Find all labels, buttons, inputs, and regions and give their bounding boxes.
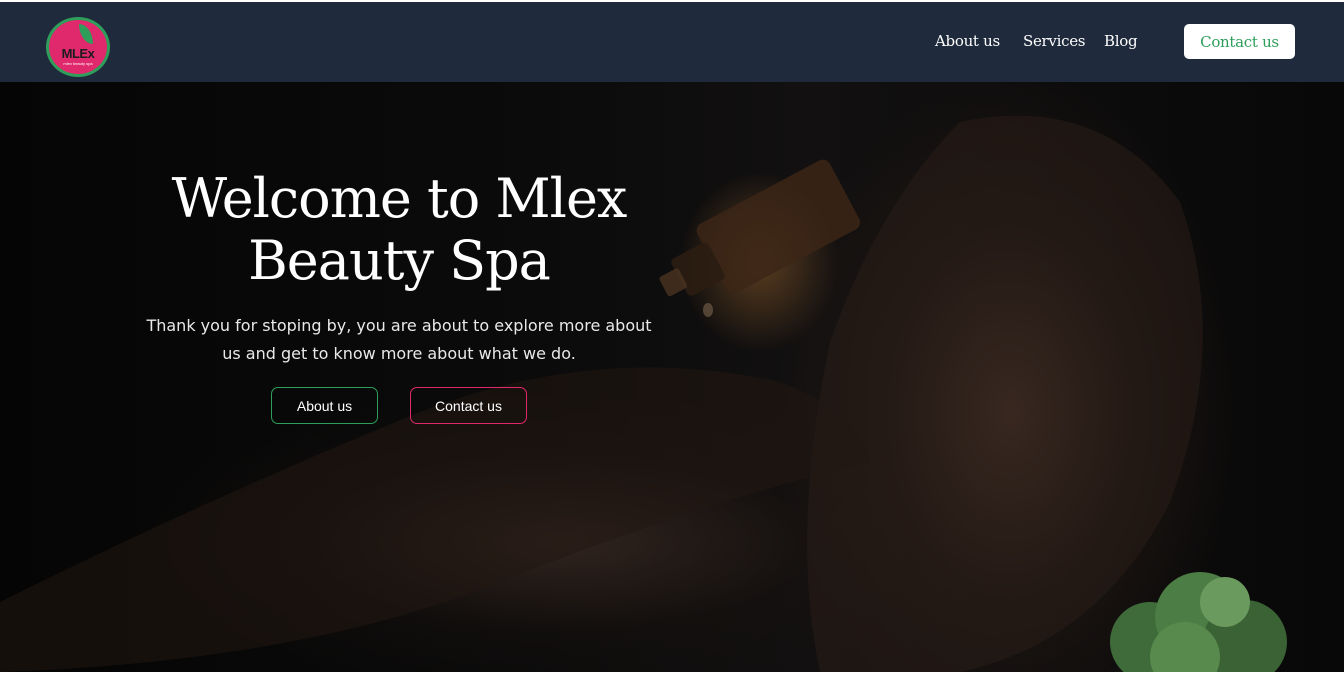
- hero-subtitle: Thank you for stoping by, you are about …: [146, 316, 652, 363]
- nav-link-about[interactable]: About us: [935, 32, 1000, 50]
- nav-link-blog[interactable]: Blog: [1104, 32, 1138, 50]
- hero-title-line-1: Welcome to Mlex: [171, 167, 628, 230]
- oil-drop-shape: [703, 303, 713, 317]
- about-us-button[interactable]: About us: [271, 387, 378, 424]
- nav-link-services[interactable]: Services: [1023, 32, 1085, 50]
- plant-decoration: [1110, 572, 1287, 672]
- hero-section: Welcome to Mlex Beauty Spa Thank you for…: [0, 82, 1344, 672]
- leaf-icon: [79, 24, 93, 44]
- logo-subtext: mlex beauty spa: [63, 61, 93, 66]
- hand-shape: [807, 115, 1203, 672]
- hero-title: Welcome to Mlex Beauty Spa: [120, 168, 678, 292]
- hero-title-line-2: Beauty Spa: [248, 229, 551, 292]
- brand-logo[interactable]: MLEx mlex beauty spa: [46, 17, 110, 77]
- contact-us-button[interactable]: Contact us: [410, 387, 527, 424]
- contact-us-nav-button[interactable]: Contact us: [1184, 24, 1295, 59]
- logo-text: MLEx: [61, 46, 95, 61]
- top-navbar: MLEx mlex beauty spa About us Services B…: [0, 2, 1344, 82]
